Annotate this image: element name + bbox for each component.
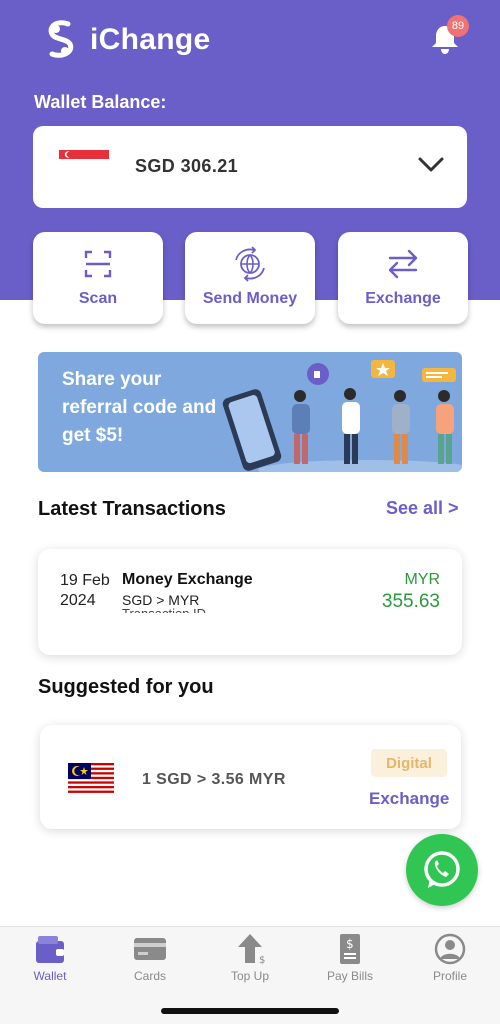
nav-pay-bills[interactable]: $ Pay Bills bbox=[300, 933, 400, 993]
whatsapp-button[interactable] bbox=[406, 834, 478, 906]
scan-label: Scan bbox=[78, 290, 118, 307]
app-title: iChange bbox=[90, 23, 211, 56]
referral-banner[interactable]: Share your referral code and get $5! bbox=[38, 352, 462, 472]
transaction-amount: 355.63 bbox=[381, 591, 440, 612]
send-money-button[interactable]: Send Money bbox=[185, 232, 315, 324]
transaction-card[interactable]: 19 Feb 2024 Money Exchange SGD > MYR Tra… bbox=[38, 549, 462, 655]
see-all-link[interactable]: See all > bbox=[386, 498, 459, 519]
notification-badge: 89 bbox=[447, 15, 469, 37]
wallet-balance-card[interactable]: SGD 306.21 bbox=[33, 126, 467, 208]
nav-wallet[interactable]: Wallet bbox=[0, 933, 100, 993]
profile-icon bbox=[434, 933, 466, 965]
scan-button[interactable]: Scan bbox=[33, 232, 163, 324]
transaction-id-label: Transaction ID bbox=[122, 607, 206, 613]
nav-profile-label: Profile bbox=[432, 969, 467, 983]
bill-icon: $ bbox=[340, 934, 360, 964]
transaction-date: 19 Feb 2024 bbox=[60, 572, 110, 609]
ichange-logo-icon bbox=[48, 20, 74, 58]
nav-wallet-label: Wallet bbox=[33, 969, 67, 983]
digital-tag: Digital bbox=[371, 749, 447, 777]
top-up-icon: $ bbox=[238, 934, 265, 965]
suggested-rate-card[interactable]: 1 SGD > 3.56 MYR Digital Exchange bbox=[40, 725, 461, 829]
singapore-flag-icon bbox=[59, 150, 109, 168]
wallet-icon bbox=[36, 936, 64, 963]
card-icon bbox=[134, 938, 166, 960]
globe-send-icon bbox=[235, 246, 265, 282]
suggested-title: Suggested for you bbox=[38, 676, 214, 698]
exchange-button[interactable]: Exchange bbox=[338, 232, 468, 324]
whatsapp-icon bbox=[424, 851, 460, 888]
exchange-link[interactable]: Exchange bbox=[369, 789, 449, 809]
referral-banner-text: Share your referral code and get $5! bbox=[62, 369, 217, 446]
exchange-arrows-icon bbox=[388, 249, 418, 279]
referral-illustration bbox=[222, 360, 462, 472]
nav-top-up-label: Top Up bbox=[230, 969, 270, 983]
nav-top-up[interactable]: $ Top Up bbox=[200, 933, 300, 993]
wallet-balance-amount: SGD 306.21 bbox=[135, 156, 239, 176]
transaction-currency: MYR bbox=[404, 571, 440, 588]
malaysia-flag-icon bbox=[68, 763, 114, 795]
svg-text:$: $ bbox=[259, 955, 265, 965]
nav-pay-bills-label: Pay Bills bbox=[326, 969, 373, 983]
chevron-down-icon[interactable] bbox=[417, 154, 445, 174]
nav-cards-label: Cards bbox=[133, 969, 166, 983]
exchange-label: Exchange bbox=[365, 290, 441, 307]
nav-profile[interactable]: Profile bbox=[400, 933, 500, 993]
wallet-balance-label: Wallet Balance: bbox=[34, 92, 167, 112]
nav-cards[interactable]: Cards bbox=[100, 933, 200, 993]
home-indicator bbox=[161, 1008, 339, 1014]
app-logo: iChange bbox=[44, 20, 210, 60]
latest-transactions-title: Latest Transactions bbox=[38, 498, 226, 520]
send-money-label: Send Money bbox=[202, 290, 298, 307]
quick-actions: Scan Send Money Exchange bbox=[33, 232, 469, 326]
scan-icon bbox=[84, 250, 112, 278]
exchange-rate-text: 1 SGD > 3.56 MYR bbox=[142, 771, 286, 788]
svg-text:$: $ bbox=[346, 937, 354, 951]
transaction-title: Money Exchange bbox=[122, 571, 253, 588]
